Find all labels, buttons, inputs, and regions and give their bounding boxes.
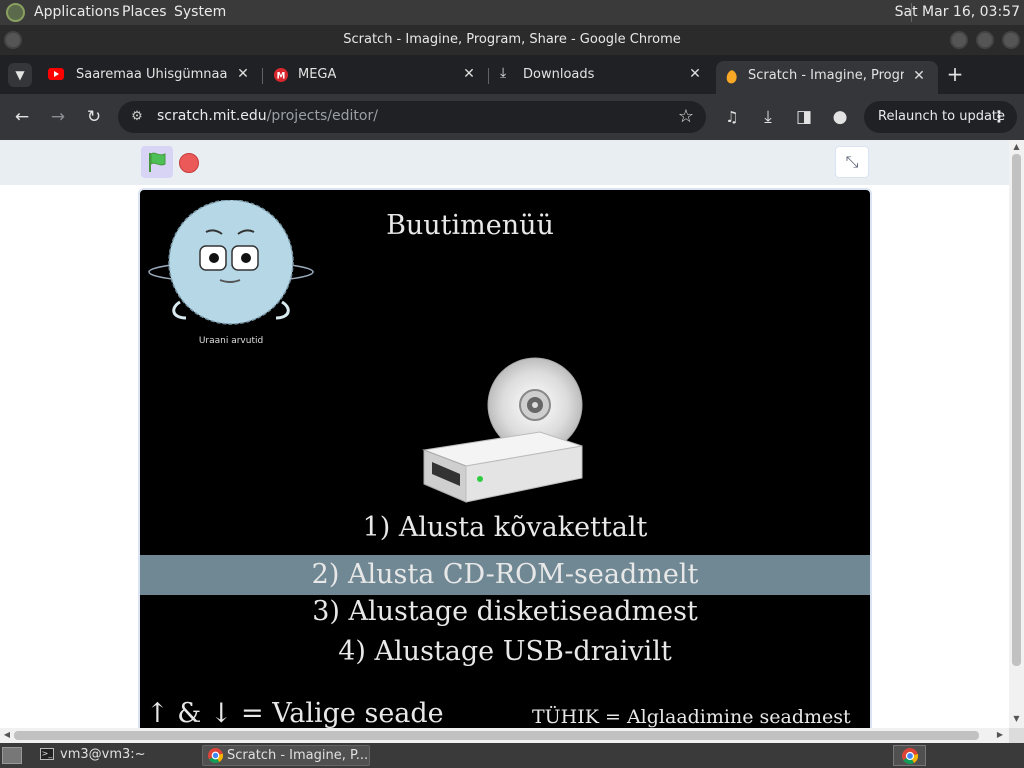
cd-drive-icon	[422, 357, 583, 503]
back-icon[interactable]: ←	[10, 105, 34, 129]
terminal-icon: >_	[40, 748, 54, 760]
tab-label: Saaremaa Ühisgümnaasium	[76, 67, 228, 82]
vertical-scrollbar[interactable]: ▲ ▼	[1009, 140, 1024, 728]
svg-text:M: M	[277, 72, 286, 82]
close-tab-icon[interactable]: ✕	[234, 65, 252, 83]
green-flag-button[interactable]	[141, 146, 173, 178]
uranus-logo	[148, 200, 314, 325]
tab-saaremaa[interactable]: Saaremaa Ühisgümnaasium ✕	[38, 60, 260, 90]
boot-option-3: 3) Alustage disketiseadmest	[312, 596, 698, 627]
tab-mega[interactable]: M MEGA ✕	[264, 60, 486, 90]
places-menu[interactable]: Places	[122, 4, 167, 20]
page-content: ⤡ Buutimenüü Uraani arvutid 1) Alusta kõ…	[0, 140, 1009, 728]
close-tab-icon[interactable]: ✕	[910, 67, 928, 85]
reload-icon[interactable]: ↻	[82, 105, 106, 129]
scroll-left-icon[interactable]: ◀	[2, 730, 12, 740]
relaunch-label: Relaunch to update	[878, 109, 1006, 124]
close-window-button[interactable]	[1002, 31, 1020, 49]
taskbar-terminal[interactable]: >_ vm3@vm3:~	[36, 745, 196, 766]
tab-divider	[262, 68, 263, 84]
project-stage[interactable]: Buutimenüü Uraani arvutid 1) Alusta kõva…	[138, 188, 872, 728]
more-menu-icon[interactable]: ⋮	[991, 107, 1007, 126]
bookmark-star-icon[interactable]: ☆	[678, 106, 694, 127]
browser-toolbar: ← → ↻ ⚙ scratch.mit.edu/projects/editor/…	[0, 94, 1024, 140]
youtube-icon	[48, 68, 64, 80]
tab-label: Scratch - Imagine, Program	[748, 68, 904, 83]
window-titlebar[interactable]: Scratch - Imagine, Program, Share - Goog…	[0, 25, 1024, 55]
tab-downloads[interactable]: ⤓ Downloads ✕	[490, 60, 712, 90]
scrollbar-corner	[1009, 728, 1024, 743]
stage-header: ⤡	[0, 140, 1009, 185]
taskbar-label: Scratch - Imagine, P...	[227, 748, 369, 763]
tab-search-button[interactable]: ▼	[8, 63, 32, 87]
profile-icon[interactable]: ●	[828, 105, 852, 129]
horizontal-scrollbar[interactable]: ◀ ▶	[0, 728, 1009, 743]
stop-button[interactable]	[179, 153, 199, 173]
exit-fullscreen-button[interactable]: ⤡	[835, 146, 869, 178]
new-tab-button[interactable]: +	[944, 63, 966, 85]
url-host: scratch.mit.edu	[157, 108, 267, 124]
chrome-icon	[902, 748, 918, 764]
boot-option-1: 1) Alusta kõvakettalt	[362, 512, 648, 543]
applications-menu[interactable]: Applications	[34, 4, 120, 20]
taskbar-label: vm3@vm3:~	[60, 747, 146, 762]
vertical-scroll-thumb[interactable]	[1012, 154, 1021, 666]
tab-label: MEGA	[298, 67, 337, 82]
relaunch-button[interactable]: Relaunch to update ⋮	[864, 101, 1017, 133]
navigation-hint: ↑ & ↓ = Valige seade	[146, 698, 444, 728]
download-icon: ⤓	[500, 65, 507, 81]
forward-icon[interactable]: →	[46, 105, 70, 129]
clock[interactable]: Sat Mar 16, 03:57	[895, 4, 1020, 20]
scroll-right-icon[interactable]: ▶	[995, 730, 1005, 740]
site-settings-icon[interactable]: ⚙	[128, 108, 146, 126]
minimize-button[interactable]	[950, 31, 968, 49]
downloads-icon[interactable]: ⤓	[756, 105, 780, 129]
window-title: Scratch - Imagine, Program, Share - Goog…	[343, 32, 681, 47]
taskbar-chrome[interactable]: Scratch - Imagine, P...	[202, 745, 370, 766]
bottom-panel: >_ vm3@vm3:~ Scratch - Imagine, P...	[0, 743, 1024, 768]
horizontal-scroll-thumb[interactable]	[14, 731, 979, 740]
top-panel: Applications Places System Sat Mar 16, 0…	[0, 0, 1024, 25]
close-tab-icon[interactable]: ✕	[686, 65, 704, 83]
show-desktop-button[interactable]	[2, 747, 22, 764]
green-flag-icon	[149, 152, 166, 172]
address-bar[interactable]: ⚙ scratch.mit.edu/projects/editor/ ☆	[118, 101, 706, 133]
mega-icon: M	[274, 68, 288, 82]
side-panel-icon[interactable]: ◨	[792, 105, 816, 129]
exit-fullscreen-icon: ⤡	[845, 152, 859, 171]
close-tab-icon[interactable]: ✕	[460, 65, 478, 83]
logo-caption: Uraani arvutid	[198, 336, 264, 346]
url-text[interactable]: scratch.mit.edu/projects/editor/	[157, 108, 378, 124]
maximize-button[interactable]	[976, 31, 994, 49]
boot-option-4: 4) Alustage USB-draivilt	[338, 636, 672, 667]
boot-option-2-selected: 2) Alusta CD-ROM-seadmelt	[140, 555, 870, 595]
chrome-icon	[208, 748, 223, 763]
space-hint: TÜHIK = Alglaadimine seadmest	[532, 706, 851, 728]
scratch-icon	[726, 70, 737, 84]
scroll-down-icon[interactable]: ▼	[1012, 714, 1021, 724]
tab-label: Downloads	[523, 67, 595, 82]
tab-divider	[488, 68, 489, 84]
distro-logo-icon[interactable]	[6, 3, 25, 22]
scroll-up-icon[interactable]: ▲	[1012, 142, 1021, 152]
system-menu[interactable]: System	[174, 4, 226, 20]
panel-chrome-launcher[interactable]	[893, 745, 926, 766]
url-path: /projects/editor/	[266, 108, 378, 124]
media-controls-icon[interactable]: ♫	[720, 105, 744, 129]
tab-strip: ▼ Saaremaa Ühisgümnaasium ✕ M MEGA ✕ ⤓ D…	[0, 55, 1024, 94]
tab-scratch[interactable]: Scratch - Imagine, Program ✕	[716, 61, 938, 94]
